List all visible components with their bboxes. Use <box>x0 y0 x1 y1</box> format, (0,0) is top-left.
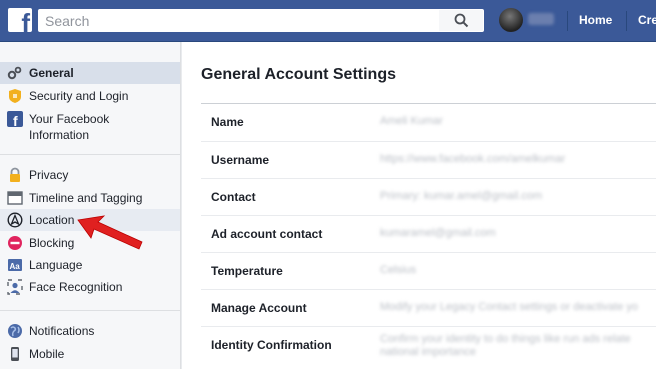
row-label: Manage Account <box>211 301 307 315</box>
search-button[interactable] <box>438 9 484 32</box>
shield-badge-icon <box>7 88 23 104</box>
sidebar-label: Timeline and Tagging <box>29 191 143 205</box>
row-value: kumaramel@gmail.com <box>380 227 496 239</box>
sidebar-label: Mobile <box>29 347 65 361</box>
language-icon: Aa <box>7 257 23 273</box>
sidebar-item-face-recognition[interactable]: Face Recognition <box>0 276 180 298</box>
mobile-phone-icon <box>7 346 23 362</box>
sidebar-label: Security and Login <box>29 89 129 103</box>
sidebar-label: Privacy <box>29 168 69 182</box>
sidebar-item-security[interactable]: Security and Login <box>0 85 180 107</box>
nav-divider <box>567 11 568 31</box>
sidebar-item-language[interactable]: Aa Language <box>0 254 180 276</box>
globe-icon <box>7 323 23 339</box>
row-value: Modify your Legacy Contact settings or d… <box>380 301 639 313</box>
sidebar-item-notifications[interactable]: Notifications <box>0 320 180 342</box>
settings-row-identity-confirmation[interactable]: Identity Confirmation Confirm your ident… <box>201 326 656 369</box>
row-value: Celsius <box>380 264 417 276</box>
search-icon <box>454 13 469 28</box>
sidebar-item-general[interactable]: General <box>0 62 180 84</box>
row-label: Identity Confirmation <box>211 338 332 352</box>
svg-text:f: f <box>13 113 18 127</box>
sidebar-item-your-facebook-information[interactable]: f Your Facebook Information <box>0 108 180 144</box>
row-label: Name <box>211 115 244 129</box>
timeline-icon <box>7 190 23 206</box>
lock-icon <box>7 167 23 183</box>
page-title: General Account Settings <box>201 66 396 83</box>
svg-text:Aa: Aa <box>10 262 21 271</box>
search-input[interactable] <box>39 10 437 31</box>
settings-row-username[interactable]: Username https://www.facebook.com/amelku… <box>201 141 656 178</box>
settings-row-ad-account-contact[interactable]: Ad account contact kumaramel@gmail.com <box>201 215 656 252</box>
sidebar-divider <box>0 310 180 311</box>
sidebar-divider <box>0 154 180 155</box>
sidebar-label: Notifications <box>29 324 95 338</box>
nav-divider <box>626 11 627 31</box>
sidebar-item-privacy[interactable]: Privacy <box>0 164 180 186</box>
location-compass-icon <box>7 212 23 228</box>
sidebar-label: Face Recognition <box>29 280 123 294</box>
search-box[interactable] <box>38 9 438 32</box>
row-label: Temperature <box>211 264 283 278</box>
top-bar: f Home Cre <box>0 0 656 42</box>
facebook-logo-icon[interactable]: f <box>8 8 32 32</box>
settings-sidebar: General Security and Login f Your Facebo… <box>0 42 181 369</box>
sidebar-label: Language <box>29 258 83 272</box>
profile-avatar[interactable] <box>499 8 523 32</box>
row-label: Ad account contact <box>211 227 323 241</box>
sidebar-label: Blocking <box>29 236 75 250</box>
sidebar-label: Location <box>29 213 75 227</box>
red-arrow-annotation <box>77 215 143 250</box>
row-value-line2: national importance <box>380 346 477 358</box>
sidebar-label: General <box>29 66 74 80</box>
row-value: Confirm your identity to do things like … <box>380 333 631 345</box>
settings-row-name[interactable]: Name Ameli Kumar <box>201 104 656 141</box>
create-link[interactable]: Cre <box>638 13 656 27</box>
settings-row-manage-account[interactable]: Manage Account Modify your Legacy Contac… <box>201 289 656 326</box>
row-label: Contact <box>211 190 256 204</box>
sidebar-label: Your Facebook Information <box>29 112 110 142</box>
sidebar-item-timeline[interactable]: Timeline and Tagging <box>0 187 180 209</box>
settings-row-temperature[interactable]: Temperature Celsius <box>201 252 656 289</box>
home-link[interactable]: Home <box>579 13 612 27</box>
settings-row-contact[interactable]: Contact Primary: kumar.amel@gmail.com <box>201 178 656 215</box>
row-value: Primary: kumar.amel@gmail.com <box>380 190 543 202</box>
sidebar-item-mobile[interactable]: Mobile <box>0 343 180 365</box>
row-label: Username <box>211 153 270 167</box>
face-recognition-icon <box>7 279 23 295</box>
general-settings-panel: General Account Settings Name Ameli Kuma… <box>182 42 656 369</box>
row-value: Ameli Kumar <box>380 115 443 127</box>
gears-icon <box>7 65 23 81</box>
facebook-f-icon: f <box>7 111 23 129</box>
row-value: https://www.facebook.com/amelkumar <box>380 153 566 165</box>
profile-name-blurred[interactable] <box>528 13 554 25</box>
blocking-icon <box>7 235 23 251</box>
